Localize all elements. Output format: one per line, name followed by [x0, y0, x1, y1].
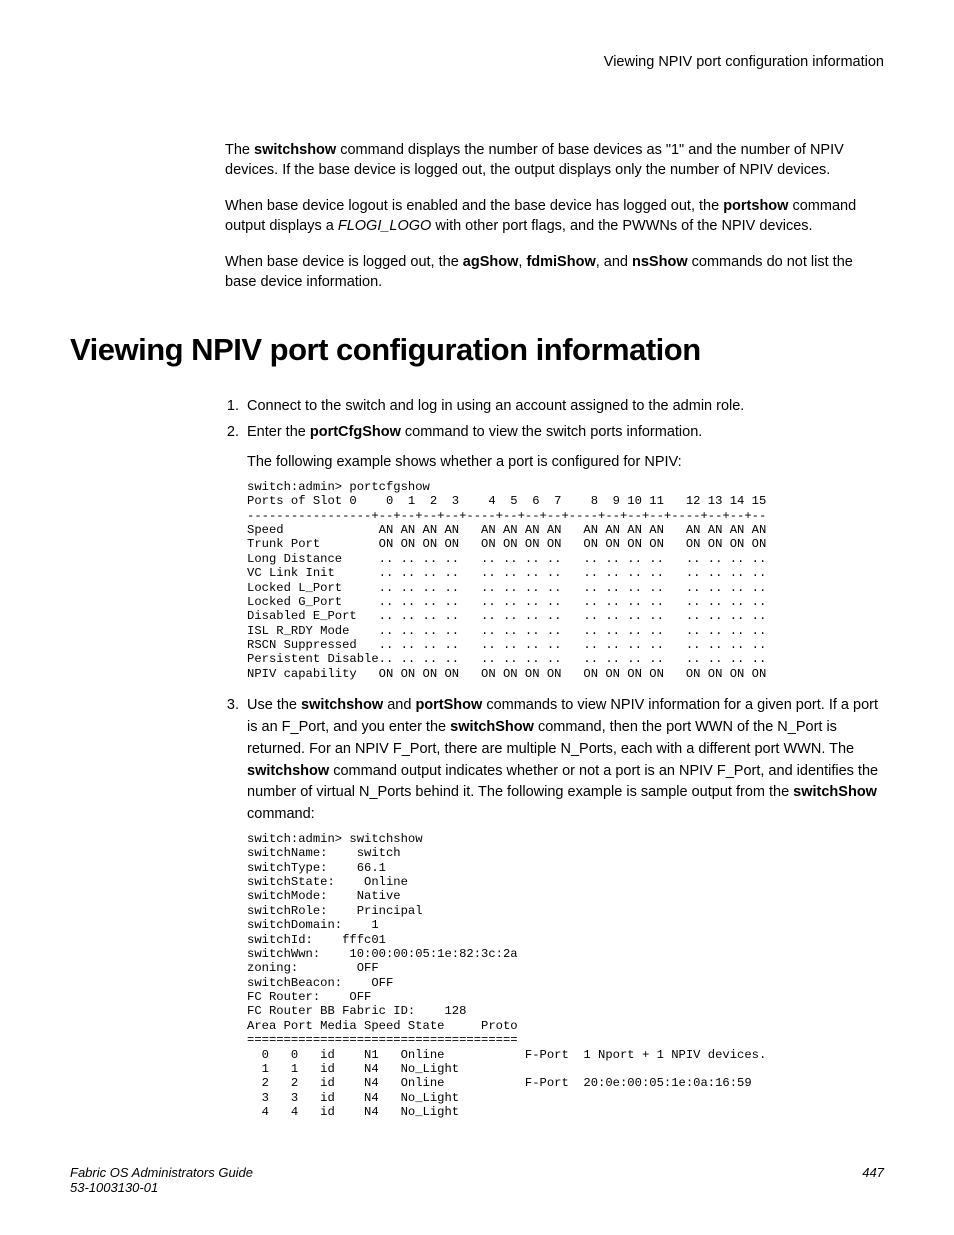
- text: , and: [596, 254, 632, 270]
- running-header: Viewing NPIV port configuration informat…: [70, 54, 884, 70]
- cmd-fdmishow: fdmiShow: [526, 254, 595, 270]
- text: The: [225, 142, 254, 158]
- cmd-switchshow: switchshow: [247, 763, 329, 779]
- cmd-portshow: portShow: [415, 697, 482, 713]
- cmd-portcfgshow: portCfgShow: [310, 424, 401, 440]
- intro-para-3: When base device is logged out, the agSh…: [225, 252, 884, 292]
- cmd-portshow: portshow: [723, 198, 788, 214]
- cmd-nsshow: nsShow: [632, 254, 688, 270]
- flag-flogi-logo: FLOGI_LOGO: [338, 218, 431, 234]
- footer-left: Fabric OS Administrators Guide 53-100313…: [70, 1165, 253, 1195]
- footer-page-number: 447: [862, 1165, 884, 1195]
- section-heading: Viewing NPIV port configuration informat…: [70, 332, 884, 368]
- step-2-followup: The following example shows whether a po…: [247, 452, 884, 472]
- text: command:: [247, 806, 315, 822]
- cmd-switchshow: switchShow: [450, 719, 534, 735]
- cmd-switchshow: switchshow: [301, 697, 383, 713]
- code-block-portcfgshow: switch:admin> portcfgshow Ports of Slot …: [247, 480, 884, 681]
- cmd-switchshow: switchShow: [793, 784, 877, 800]
- intro-para-2: When base device logout is enabled and t…: [225, 196, 884, 236]
- text: When base device is logged out, the: [225, 254, 463, 270]
- text: and: [383, 697, 415, 713]
- step-2: Enter the portCfgShow command to view th…: [243, 422, 884, 682]
- text: command output indicates whether or not …: [247, 763, 878, 801]
- step-3: Use the switchshow and portShow commands…: [243, 695, 884, 1119]
- intro-para-1: The switchshow command displays the numb…: [225, 140, 884, 180]
- steps-list: Connect to the switch and log in using a…: [225, 396, 884, 1120]
- step-1: Connect to the switch and log in using a…: [243, 396, 884, 418]
- text: When base device logout is enabled and t…: [225, 198, 723, 214]
- text: with other port flags, and the PWWNs of …: [431, 218, 812, 234]
- text: Use the: [247, 697, 301, 713]
- footer-doc-number: 53-1003130-01: [70, 1180, 253, 1195]
- page-footer: Fabric OS Administrators Guide 53-100313…: [70, 1165, 884, 1195]
- cmd-agshow: agShow: [463, 254, 519, 270]
- cmd-switchshow: switchshow: [254, 142, 336, 158]
- text: Enter the: [247, 424, 310, 440]
- code-block-switchshow: switch:admin> switchshow switchName: swi…: [247, 832, 884, 1120]
- footer-doc-title: Fabric OS Administrators Guide: [70, 1165, 253, 1180]
- text: command to view the switch ports informa…: [401, 424, 702, 440]
